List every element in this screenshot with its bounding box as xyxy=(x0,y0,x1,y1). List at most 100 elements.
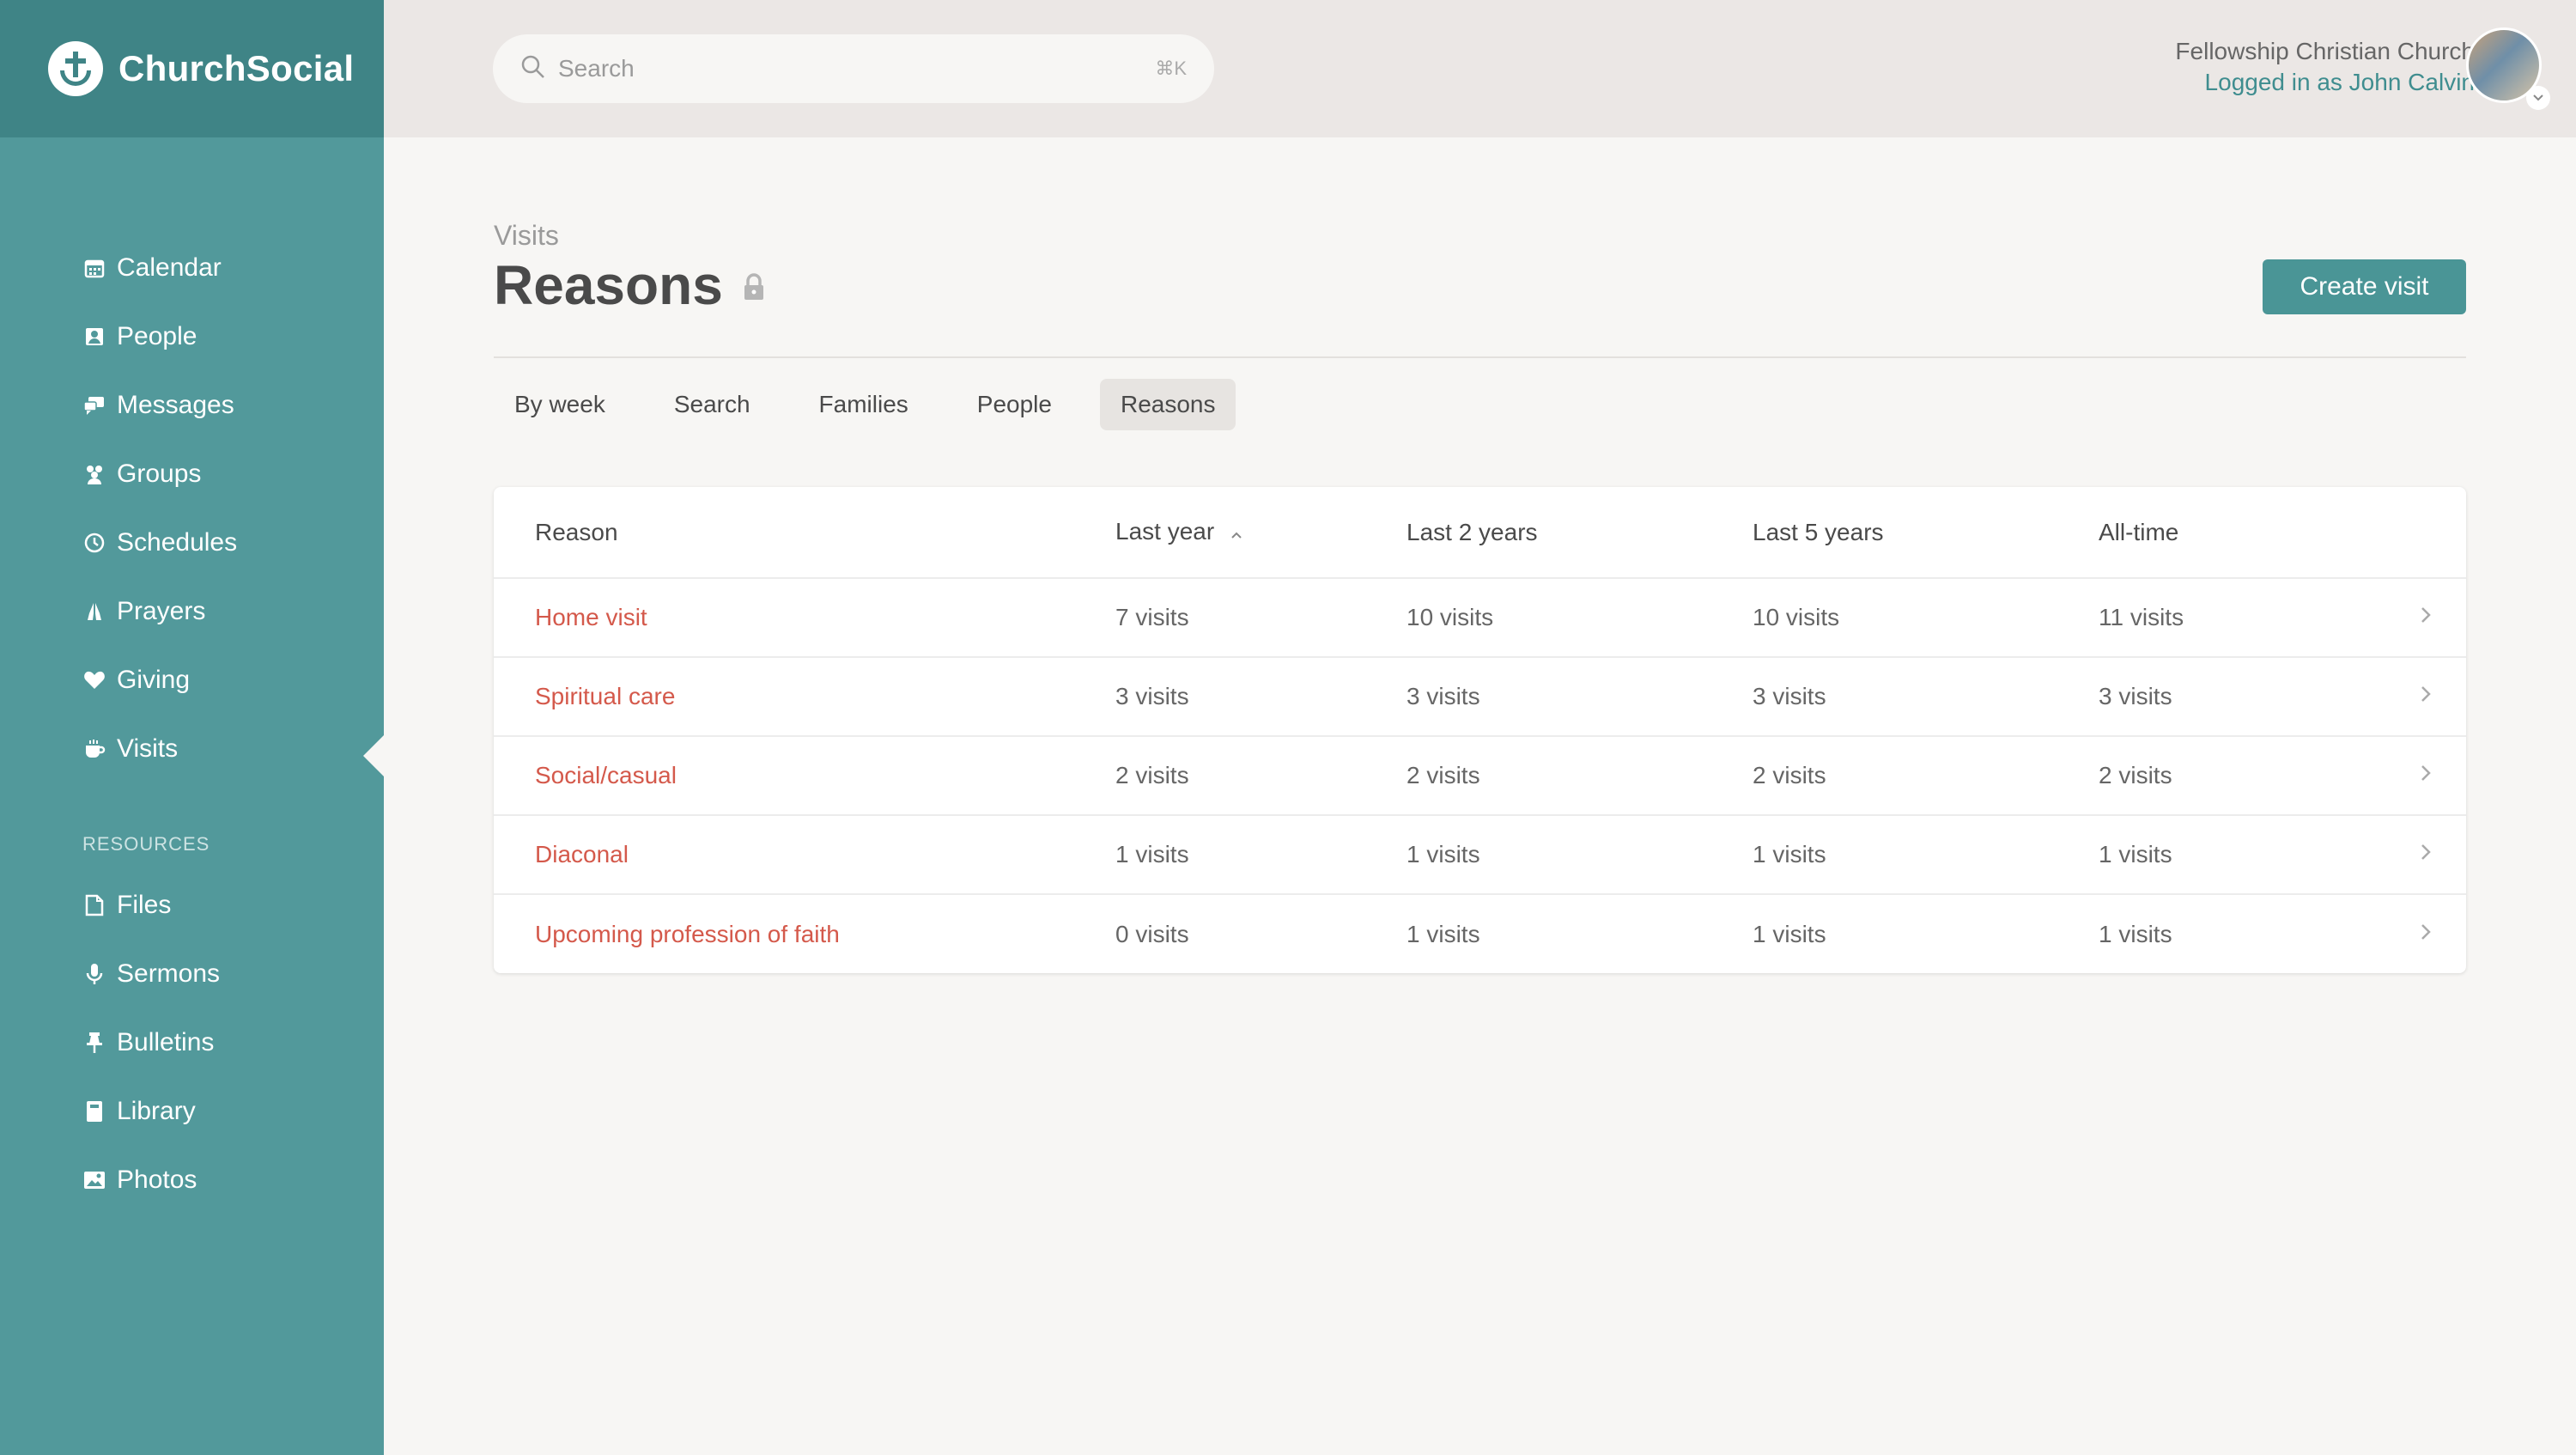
clock-icon xyxy=(82,531,106,555)
file-icon xyxy=(82,893,106,917)
sidebar-item-label: Messages xyxy=(117,391,234,419)
cell-last-5-years: 10 visits xyxy=(1753,578,2099,658)
cell-last-2-years: 1 visits xyxy=(1406,815,1753,895)
sidebar-item-photos[interactable]: Photos xyxy=(0,1146,384,1215)
sidebar: ChurchSocial Calendar People Messages Gr… xyxy=(0,0,384,1455)
cell-all-time: 11 visits xyxy=(2099,578,2406,658)
visits-tabs: By week Search Families People Reasons xyxy=(494,379,2466,430)
sidebar-item-messages[interactable]: Messages xyxy=(0,371,384,440)
table-row[interactable]: Social/casual 2 visits 2 visits 2 visits… xyxy=(494,736,2466,816)
resources-nav: Files Sermons Bulletins Library Photos xyxy=(0,871,384,1215)
sidebar-item-label: Files xyxy=(117,891,172,919)
column-header-last-5-years[interactable]: Last 5 years xyxy=(1753,487,2099,579)
table-row[interactable]: Spiritual care 3 visits 3 visits 3 visit… xyxy=(494,657,2466,737)
sort-ascending-icon xyxy=(1230,519,1243,546)
reasons-table-card: Reason Last year Last 2 years Last 5 yea… xyxy=(494,487,2466,973)
sidebar-item-label: Visits xyxy=(117,734,179,763)
sidebar-item-label: Schedules xyxy=(117,528,238,557)
create-visit-button[interactable]: Create visit xyxy=(2263,259,2466,314)
brand-bar[interactable]: ChurchSocial xyxy=(0,0,384,137)
search-input[interactable] xyxy=(558,55,1156,82)
sidebar-item-bulletins[interactable]: Bulletins xyxy=(0,1008,384,1077)
lock-icon xyxy=(742,272,766,305)
brand-name: ChurchSocial xyxy=(118,48,355,88)
church-name: Fellowship Christian Church xyxy=(2175,38,2475,64)
chevron-down-icon[interactable] xyxy=(2526,86,2550,110)
pin-icon xyxy=(82,1031,106,1055)
sidebar-item-groups[interactable]: Groups xyxy=(0,440,384,508)
sidebar-item-visits[interactable]: Visits xyxy=(0,715,384,783)
cell-last-year: 3 visits xyxy=(1115,657,1406,737)
reason-link[interactable]: Spiritual care xyxy=(494,657,1115,737)
table-row[interactable]: Home visit 7 visits 10 visits 10 visits … xyxy=(494,578,2466,658)
user-info[interactable]: Fellowship Christian Church Logged in as… xyxy=(2175,36,2475,98)
cell-last-year: 7 visits xyxy=(1115,578,1406,658)
sidebar-item-giving[interactable]: Giving xyxy=(0,646,384,715)
sidebar-item-sermons[interactable]: Sermons xyxy=(0,940,384,1008)
cell-all-time: 3 visits xyxy=(2099,657,2406,737)
tab-people[interactable]: People xyxy=(957,379,1072,430)
cell-all-time: 1 visits xyxy=(2099,815,2406,895)
search-icon xyxy=(520,54,546,84)
sidebar-item-files[interactable]: Files xyxy=(0,871,384,940)
sidebar-item-label: Library xyxy=(117,1097,196,1125)
column-header-actions xyxy=(2406,487,2466,579)
column-header-all-time[interactable]: All-time xyxy=(2099,487,2406,579)
church-logo-icon xyxy=(48,41,103,96)
search-shortcut-hint: ⌘K xyxy=(1155,58,1187,79)
sidebar-item-prayers[interactable]: Prayers xyxy=(0,577,384,646)
cell-all-time: 1 visits xyxy=(2099,920,2172,947)
cell-last-5-years: 1 visits xyxy=(1753,815,2099,895)
cell-all-time: 2 visits xyxy=(2099,736,2406,816)
page-title: Reasons xyxy=(494,254,723,316)
tab-reasons[interactable]: Reasons xyxy=(1099,379,1236,430)
column-header-last-2-years[interactable]: Last 2 years xyxy=(1406,487,1753,579)
sidebar-item-label: Groups xyxy=(117,460,202,488)
chat-bubbles-icon xyxy=(82,393,106,417)
search-bar[interactable]: ⌘K xyxy=(493,34,1214,103)
sidebar-item-calendar[interactable]: Calendar xyxy=(0,234,384,302)
group-icon xyxy=(82,462,106,486)
sidebar-item-label: Photos xyxy=(117,1166,197,1194)
reason-link[interactable]: Social/casual xyxy=(494,736,1115,816)
sidebar-item-label: Bulletins xyxy=(117,1028,215,1056)
reason-link[interactable]: Diaconal xyxy=(494,815,1115,895)
header-divider xyxy=(494,356,2466,358)
sidebar-item-people[interactable]: People xyxy=(0,302,384,371)
cell-last-5-years: 2 visits xyxy=(1753,736,2099,816)
chevron-right-icon[interactable] xyxy=(2406,815,2466,895)
column-header-reason[interactable]: Reason xyxy=(494,487,1115,579)
table-header-row: Reason Last year Last 2 years Last 5 yea… xyxy=(494,487,2466,579)
resources-heading: RESOURCES xyxy=(82,833,210,855)
breadcrumb[interactable]: Visits xyxy=(494,220,2466,252)
sidebar-item-label: Prayers xyxy=(117,597,206,625)
table-row[interactable]: Diaconal 1 visits 1 visits 1 visits 1 vi… xyxy=(494,815,2466,895)
main-nav: Calendar People Messages Groups Schedule… xyxy=(0,234,384,783)
sidebar-item-label: Sermons xyxy=(117,959,221,988)
praying-hands-icon xyxy=(82,600,106,624)
chevron-right-icon[interactable] xyxy=(2406,736,2466,816)
coffee-cup-icon xyxy=(82,737,106,761)
cell-last-year: 1 visits xyxy=(1115,815,1406,895)
table-row[interactable]: Upcoming profession of faith 0 visits 1 … xyxy=(494,894,2466,973)
tab-search[interactable]: Search xyxy=(653,379,771,430)
column-header-label: Last year xyxy=(1115,517,1215,545)
chevron-right-icon[interactable] xyxy=(2406,894,2466,973)
cell-last-2-years: 3 visits xyxy=(1406,657,1753,737)
cell-last-year: 0 visits xyxy=(1115,920,1189,947)
tab-families[interactable]: Families xyxy=(799,379,929,430)
microphone-icon xyxy=(82,962,106,986)
title-row: Reasons xyxy=(494,253,2466,317)
top-header: ⌘K Fellowship Christian Church Logged in… xyxy=(384,0,2576,137)
chevron-right-icon[interactable] xyxy=(2406,657,2466,737)
sidebar-item-label: Giving xyxy=(117,666,191,694)
chevron-right-icon[interactable] xyxy=(2406,578,2466,658)
sidebar-item-schedules[interactable]: Schedules xyxy=(0,508,384,577)
tab-by-week[interactable]: By week xyxy=(494,379,626,430)
reason-link[interactable]: Upcoming profession of faith xyxy=(494,894,1115,973)
cell-last-5-years: 1 visits xyxy=(1753,920,1826,947)
reason-link[interactable]: Home visit xyxy=(494,578,1115,658)
sidebar-item-library[interactable]: Library xyxy=(0,1077,384,1146)
cell-last-5-years: 3 visits xyxy=(1753,657,2099,737)
column-header-last-year[interactable]: Last year xyxy=(1115,487,1406,579)
